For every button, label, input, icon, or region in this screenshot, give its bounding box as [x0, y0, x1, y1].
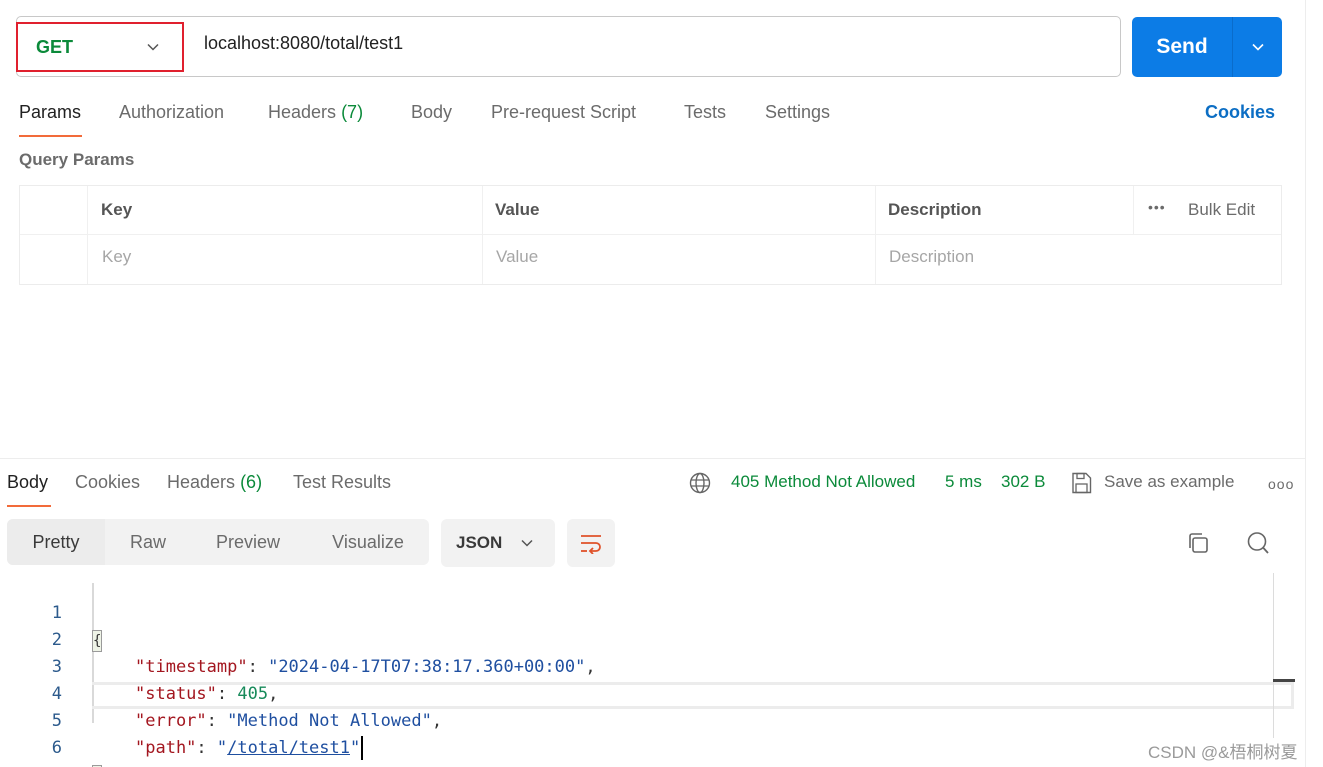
chevron-down-icon [1251, 43, 1264, 51]
line-number: 5 [51, 711, 62, 731]
query-params-table: Key Value Description ••• Bulk Edit Key … [19, 185, 1282, 285]
description-input[interactable]: Description [889, 247, 974, 267]
json-value: 405 [237, 684, 269, 704]
code-line: 2 "timestamp": "2024-04-17T07:38:17.360+… [0, 600, 596, 677]
key-input[interactable]: Key [102, 247, 131, 267]
table-header-row: Key Value Description ••• Bulk Edit [20, 186, 1281, 235]
query-params-title: Query Params [19, 150, 135, 169]
tab-params[interactable]: Params [19, 102, 81, 123]
active-tab-indicator [7, 505, 51, 507]
line-number: 3 [51, 657, 62, 677]
watermark: CSDN @&梧桐树夏 [1148, 743, 1298, 762]
send-button-group: Send [1132, 17, 1282, 77]
active-tab-indicator [19, 135, 82, 137]
send-button[interactable]: Send [1132, 17, 1233, 77]
wrap-lines-icon [581, 535, 601, 554]
scrollbar-position-marker [1273, 679, 1295, 682]
path-link[interactable]: /total/test1 [227, 738, 350, 758]
view-raw[interactable]: Raw [111, 519, 185, 565]
tab-headers[interactable]: Headers (7) [268, 102, 363, 123]
response-tab-headers[interactable]: Headers (6) [167, 472, 262, 493]
format-label: JSON [456, 533, 503, 552]
column-header-description: Description [888, 200, 982, 219]
table-row: Key Value Description [20, 236, 1281, 285]
line-number: 2 [51, 630, 62, 650]
cookies-link[interactable]: Cookies [1205, 102, 1275, 123]
line-number: 4 [51, 684, 62, 704]
json-key: "timestamp" [135, 657, 248, 677]
text-cursor [361, 736, 364, 760]
line-number: 1 [51, 603, 62, 623]
format-select[interactable]: JSON [441, 519, 555, 567]
response-tab-cookies[interactable]: Cookies [75, 472, 140, 493]
response-size[interactable]: 302 B [1001, 472, 1045, 492]
view-mode-selector: Pretty Raw Preview Visualize [7, 519, 429, 565]
view-visualize[interactable]: Visualize [317, 519, 419, 565]
response-tab-body[interactable]: Body [7, 472, 48, 493]
bulk-edit-button[interactable]: Bulk Edit [1188, 200, 1255, 220]
response-body-editor[interactable]: 1 { 2 "timestamp": "2024-04-17T07:38:17.… [0, 573, 1295, 767]
column-header-value: Value [495, 200, 540, 219]
editor-scrollbar[interactable] [1273, 573, 1274, 738]
search-icon[interactable] [1245, 530, 1271, 556]
tab-authorization[interactable]: Authorization [119, 102, 224, 123]
code-line: 5 "path": "/total/test1" [0, 681, 364, 760]
value-input[interactable]: Value [496, 247, 538, 267]
json-key: "path" [135, 738, 197, 758]
response-tab-test-results[interactable]: Test Results [293, 472, 391, 493]
method-select[interactable]: GET [16, 22, 184, 72]
globe-icon[interactable] [689, 472, 711, 494]
column-header-key: Key [101, 200, 133, 219]
copy-icon[interactable] [1186, 530, 1212, 556]
code-line: 4 "error": "Method Not Allowed", [0, 654, 442, 731]
response-headers-count: (6) [240, 472, 263, 492]
chevron-down-icon [521, 539, 533, 547]
code-line: 6 } [0, 708, 102, 767]
more-options-icon[interactable]: ••• [1148, 199, 1166, 215]
window-edge-divider [1305, 0, 1306, 767]
line-number: 6 [51, 738, 62, 758]
json-key: "status" [135, 684, 217, 704]
chevron-down-icon [147, 43, 159, 51]
tab-body[interactable]: Body [411, 102, 452, 123]
view-preview[interactable]: Preview [197, 519, 299, 565]
tab-settings[interactable]: Settings [765, 102, 830, 123]
wrap-lines-button[interactable] [567, 519, 615, 567]
method-label: GET [36, 36, 74, 57]
tab-pre-request-script[interactable]: Pre-request Script [491, 102, 636, 123]
view-pretty[interactable]: Pretty [7, 519, 105, 565]
open-brace[interactable]: { [92, 630, 102, 652]
response-status[interactable]: 405 Method Not Allowed [731, 472, 915, 492]
more-options-icon[interactable]: ooo [1268, 476, 1294, 492]
json-value: "Method Not Allowed" [227, 711, 432, 731]
column-divider [1133, 186, 1134, 234]
response-time[interactable]: 5 ms [945, 472, 982, 492]
tab-tests[interactable]: Tests [684, 102, 726, 123]
json-value: "2024-04-17T07:38:17.360+00:00" [268, 657, 586, 677]
url-input[interactable] [204, 33, 1084, 54]
save-as-example-button[interactable]: Save as example [1104, 472, 1234, 492]
save-icon[interactable] [1071, 472, 1092, 494]
code-line: 1 { [0, 573, 102, 652]
json-key: "error" [135, 711, 207, 731]
send-options-button[interactable] [1233, 17, 1282, 77]
code-line: 3 "status": 405, [0, 627, 279, 704]
response-divider[interactable] [0, 458, 1305, 459]
headers-count: (7) [341, 102, 364, 122]
